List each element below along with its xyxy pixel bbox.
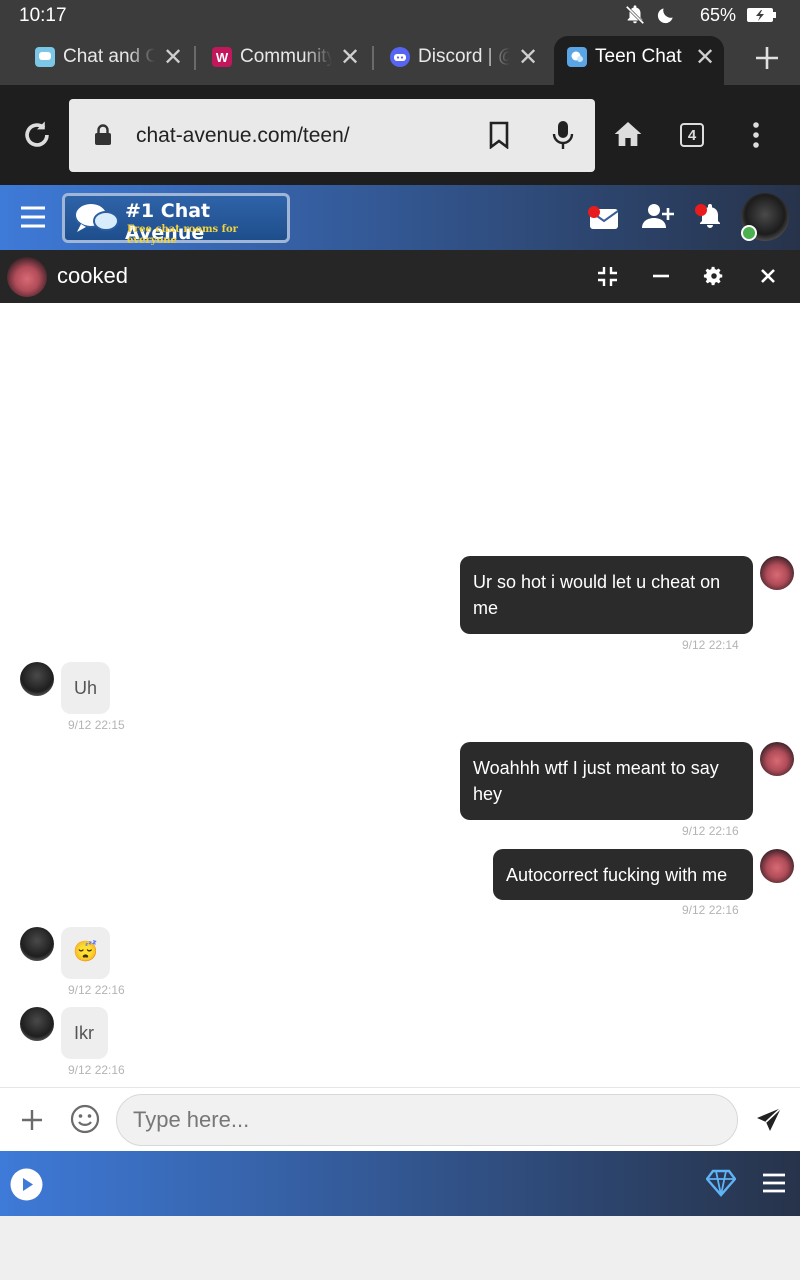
message-timestamp: 9/12 22:16	[68, 1063, 125, 1077]
more-vertical-icon[interactable]	[745, 121, 767, 149]
my-avatar[interactable]	[760, 742, 794, 776]
microphone-icon[interactable]	[551, 119, 575, 151]
message-timestamp: 9/12 22:16	[68, 983, 125, 997]
message-timestamp: 9/12 22:16	[682, 903, 739, 917]
battery-charging-icon	[747, 8, 776, 22]
diamond-icon[interactable]	[706, 1169, 736, 1197]
message-text: Woahhh wtf I just meant to say	[473, 758, 719, 778]
message-input[interactable]	[116, 1094, 738, 1146]
user-avatar[interactable]	[741, 193, 789, 241]
menu-icon[interactable]	[762, 1172, 786, 1194]
browser-top: 10:17 65% Chat and C ✕ W Community ✕ Dis…	[0, 0, 800, 86]
tab-title: Discord | @	[418, 46, 510, 67]
page-bottom-area	[0, 1216, 800, 1280]
battery-percent: 65%	[699, 4, 736, 25]
browser-toolbar: chat-avenue.com/teen/ 4	[0, 85, 800, 185]
chat-avenue-favicon	[567, 47, 587, 67]
url-text: chat-avenue.com/teen/	[136, 124, 350, 147]
moon-icon	[657, 8, 673, 24]
gear-icon[interactable]	[703, 265, 725, 287]
private-messages-button[interactable]	[586, 205, 620, 236]
partner-avatar[interactable]	[20, 1007, 54, 1041]
message-timestamp: 9/12 22:16	[682, 824, 739, 838]
tab-title: Chat and C	[63, 46, 155, 67]
lock-icon	[95, 124, 111, 145]
tab-community[interactable]: W Community ✕	[212, 38, 360, 76]
new-tab-icon[interactable]	[753, 44, 781, 72]
my-avatar[interactable]	[760, 849, 794, 883]
reload-icon[interactable]	[20, 118, 54, 152]
notifications-button[interactable]	[692, 203, 724, 236]
tab-divider	[194, 46, 196, 70]
status-time: 10:17	[19, 5, 67, 26]
send-icon[interactable]	[755, 1106, 783, 1134]
outgoing-message: Autocorrect fucking with me	[493, 849, 753, 900]
message-timestamp: 9/12 22:15	[68, 718, 125, 732]
site-header: #1 Chat Avenue Free chat rooms for every…	[0, 185, 800, 250]
tab-discord[interactable]: Discord | @ ✕	[390, 38, 538, 76]
partner-name[interactable]: cooked	[57, 263, 128, 289]
close-icon[interactable]	[760, 268, 776, 284]
outgoing-message: Woahhh wtf I just meant to say hey	[460, 742, 753, 820]
chat-and-chat-favicon	[35, 47, 55, 67]
message-text: Ur so hot i would let u cheat on	[473, 572, 721, 592]
tab-title: Teen Chat	[595, 46, 682, 67]
home-icon[interactable]	[612, 118, 644, 150]
message-timestamp: 9/12 22:14	[682, 638, 739, 652]
minimize-icon[interactable]	[651, 266, 671, 286]
partner-avatar[interactable]	[20, 662, 54, 696]
my-avatar[interactable]	[760, 556, 794, 590]
close-icon[interactable]: ✕	[695, 43, 715, 72]
envelope-icon	[588, 206, 619, 229]
tab-title: Community	[240, 46, 332, 67]
plus-icon[interactable]	[20, 1108, 44, 1132]
partner-avatar[interactable]	[7, 257, 47, 297]
bell-off-icon	[625, 5, 645, 25]
status-icons: 65%	[624, 4, 778, 26]
site-logo[interactable]: #1 Chat Avenue Free chat rooms for every…	[62, 193, 290, 246]
chat-window-header: cooked	[0, 250, 800, 303]
tab-teen-chat[interactable]: Teen Chat ✕	[567, 38, 715, 76]
close-icon[interactable]: ✕	[163, 43, 183, 72]
emoji-icon[interactable]	[70, 1104, 100, 1134]
chat-bubbles-icon	[74, 202, 119, 232]
tab-switcher-button[interactable]: 4	[680, 123, 704, 147]
close-icon[interactable]: ✕	[518, 43, 538, 72]
site-bottom-bar	[0, 1151, 800, 1216]
hamburger-menu-icon[interactable]	[20, 205, 46, 229]
partner-avatar[interactable]	[20, 927, 54, 961]
close-icon[interactable]: ✕	[340, 43, 360, 72]
collapse-icon[interactable]	[597, 266, 618, 287]
incoming-message: Ikr	[61, 1007, 108, 1059]
outgoing-message: Ur so hot i would let u cheat on me	[460, 556, 753, 634]
add-friend-icon[interactable]	[642, 202, 674, 230]
play-icon[interactable]	[10, 1168, 43, 1201]
online-status-icon	[741, 225, 757, 241]
message-text: me	[473, 598, 499, 618]
w-favicon: W	[212, 47, 232, 67]
message-list[interactable]: Ur so hot i would let u cheat on me 9/12…	[0, 303, 800, 1087]
logo-subtitle: Free chat rooms for everyone	[127, 224, 238, 246]
bookmark-icon[interactable]	[489, 121, 509, 149]
incoming-message: 😴	[61, 927, 110, 979]
bell-icon	[695, 204, 720, 228]
tab-chat-and-chat[interactable]: Chat and C ✕	[35, 38, 183, 76]
discord-favicon	[390, 47, 410, 67]
tab-divider	[372, 46, 374, 70]
incoming-message: Uh	[61, 662, 110, 714]
address-bar[interactable]: chat-avenue.com/teen/	[69, 99, 595, 172]
message-text: hey	[473, 784, 503, 804]
message-composer	[0, 1087, 800, 1151]
